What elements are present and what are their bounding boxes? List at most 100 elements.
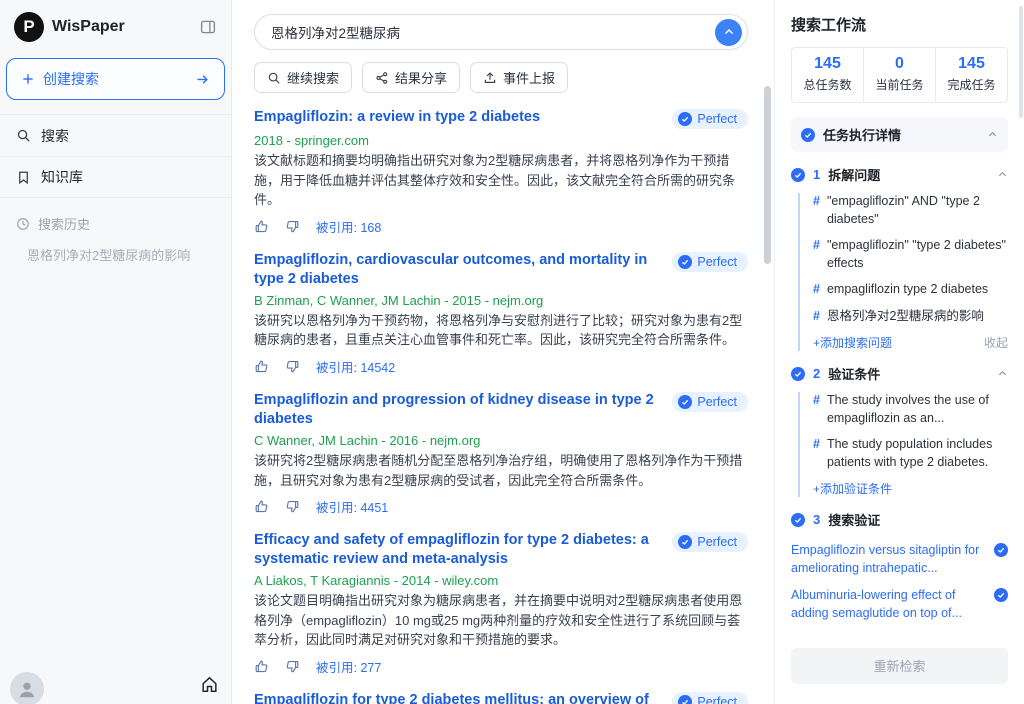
results-scrollbar[interactable] (764, 86, 771, 264)
result-description: 该研究将2型糖尿病患者随机分配至恩格列净治疗组，明确使用了恩格列净作为干预措施，… (254, 451, 748, 490)
hash-icon: # (813, 308, 820, 326)
hash-icon: # (813, 392, 820, 427)
badge-label: Perfect (697, 535, 737, 549)
search-icon (16, 128, 31, 143)
sidebar-footer (0, 664, 231, 704)
results-list: Empagliflozin: a review in type 2 diabet… (254, 108, 748, 704)
share-icon (375, 71, 389, 85)
search-result: Empagliflozin and progression of kidney … (254, 391, 748, 516)
thumbs-down-icon[interactable] (285, 499, 300, 514)
stat-total-tasks: 145 总任务数 (792, 48, 863, 102)
step-title: 拆解问题 (828, 165, 880, 184)
home-icon[interactable] (200, 675, 219, 698)
workflow-scrollbar[interactable] (1019, 6, 1023, 118)
search-question-text: empagliflozin type 2 diabetes (827, 281, 988, 299)
share-results-button[interactable]: 结果分享 (362, 62, 460, 93)
wispaper-logo: P (14, 12, 44, 42)
result-meta: B Zinman, C Wanner, JM Lachin - 2015 - n… (254, 293, 748, 308)
result-title-link[interactable]: Empagliflozin, cardiovascular outcomes, … (254, 251, 658, 289)
check-circle-icon (678, 112, 692, 126)
sidebar-item-search[interactable]: 搜索 (0, 114, 231, 156)
thumbs-down-icon[interactable] (285, 659, 300, 674)
search-question[interactable]: # 恩格列净对2型糖尿病的影响 (813, 308, 1008, 326)
share-results-label: 结果分享 (395, 68, 447, 87)
chevron-up-icon[interactable] (997, 169, 1008, 180)
thumbs-up-icon[interactable] (254, 219, 269, 234)
report-event-button[interactable]: 事件上报 (470, 62, 568, 93)
search-question[interactable]: #empagliflozin type 2 diabetes (813, 281, 1008, 299)
verified-paper-link[interactable]: Empagliflozin versus sitagliptin for ame… (791, 541, 984, 577)
search-query-text: 恩格列净对2型糖尿病 (271, 22, 715, 42)
stat-label: 总任务数 (794, 76, 861, 93)
badge-label: Perfect (697, 255, 737, 269)
create-search-label: 创建搜索 (43, 69, 99, 89)
sidebar-item-knowledge-base[interactable]: 知识库 (0, 156, 231, 198)
action-buttons-row: 继续搜索 结果分享 事件上报 (254, 62, 748, 93)
sidebar-header: P WisPaper (0, 0, 231, 54)
result-title-link[interactable]: Empagliflozin: a review in type 2 diabet… (254, 108, 658, 127)
thumbs-down-icon[interactable] (285, 219, 300, 234)
sidebar-item-label: 搜索 (41, 126, 69, 146)
add-verify-condition-link[interactable]: +添加验证条件 (813, 480, 892, 497)
app-title: WisPaper (52, 18, 125, 36)
result-description: 该文献标题和摘要均明确指出研究对象为2型糖尿病患者，并将恩格列净作为干预措施，用… (254, 151, 748, 210)
thumbs-up-icon[interactable] (254, 499, 269, 514)
collapse-sidebar-icon[interactable] (199, 18, 217, 36)
search-icon (267, 71, 281, 85)
thumbs-up-icon[interactable] (254, 359, 269, 374)
result-meta: C Wanner, JM Lachin - 2016 - nejm.org (254, 433, 748, 448)
relevance-badge: Perfect (672, 532, 748, 552)
check-circle-icon (791, 367, 805, 381)
verified-paper-link[interactable]: Albuminuria-lowering effect of adding se… (791, 586, 984, 622)
results-panel: 恩格列净对2型糖尿病 继续搜索 结果分享 (232, 0, 774, 704)
verify-condition[interactable]: #The study population includes patients … (813, 436, 1008, 471)
check-circle-icon (678, 255, 692, 269)
chevron-up-icon[interactable] (987, 129, 998, 140)
thumbs-down-icon[interactable] (285, 359, 300, 374)
result-meta: 2018 - springer.com (254, 133, 748, 148)
create-search-button[interactable]: 创建搜索 (6, 58, 225, 100)
stat-label: 当前任务 (866, 76, 933, 93)
check-circle-icon (791, 168, 805, 182)
relevance-badge: Perfect (672, 392, 748, 412)
workflow-step-decompose: 1 拆解问题 #"empagliflozin" AND "type 2 diab… (791, 165, 1008, 351)
submit-search-button[interactable] (715, 19, 742, 46)
check-circle-icon (791, 513, 805, 527)
step-title: 验证条件 (828, 364, 880, 383)
search-result: Empagliflozin, cardiovascular outcomes, … (254, 251, 748, 376)
verified-paper: Albuminuria-lowering effect of adding se… (791, 586, 1008, 622)
thumbs-up-icon[interactable] (254, 659, 269, 674)
sidebar-item-label: 知识库 (41, 167, 83, 187)
result-title-link[interactable]: Empagliflozin for type 2 diabetes mellit… (254, 691, 658, 704)
search-question-text: 恩格列净对2型糖尿病的影响 (827, 308, 984, 326)
relevance-badge: Perfect (672, 109, 748, 129)
result-title-link[interactable]: Empagliflozin and progression of kidney … (254, 391, 658, 429)
bookmark-icon (16, 170, 31, 185)
result-meta: A Liakos, T Karagiannis - 2014 - wiley.c… (254, 573, 748, 588)
retry-search-button[interactable]: 重新检索 (791, 648, 1008, 684)
continue-search-button[interactable]: 继续搜索 (254, 62, 352, 93)
verify-condition[interactable]: #The study involves the use of empaglifl… (813, 392, 1008, 427)
chevron-up-icon[interactable] (997, 368, 1008, 379)
task-details-label: 任务执行详情 (823, 125, 901, 144)
collapse-link[interactable]: 收起 (984, 334, 1008, 351)
workflow-title: 搜索工作流 (791, 14, 1008, 35)
search-question[interactable]: #"empagliflozin" AND "type 2 diabetes" (813, 193, 1008, 228)
search-input[interactable]: 恩格列净对2型糖尿病 (254, 14, 748, 50)
history-item[interactable]: 恩格列净对2型糖尿病的影响 (27, 245, 215, 264)
search-result: Empagliflozin for type 2 diabetes mellit… (254, 691, 748, 704)
avatar[interactable] (10, 672, 44, 704)
search-result: Empagliflozin: a review in type 2 diabet… (254, 108, 748, 236)
task-details-header[interactable]: 任务执行详情 (791, 117, 1008, 152)
continue-search-label: 继续搜索 (287, 68, 339, 87)
plus-icon (21, 72, 35, 86)
badge-label: Perfect (697, 395, 737, 409)
search-question[interactable]: #"empagliflozin" "type 2 diabetes" effec… (813, 237, 1008, 272)
sidebar: P WisPaper 创建搜索 搜索 (0, 0, 232, 704)
step-title: 搜索验证 (828, 510, 880, 529)
search-history-header: 搜索历史 (16, 214, 215, 233)
hash-icon: # (813, 237, 820, 272)
result-title-link[interactable]: Efficacy and safety of empagliflozin for… (254, 531, 658, 569)
check-circle-icon (994, 543, 1008, 557)
add-search-question-link[interactable]: +添加搜索问题 (813, 334, 892, 351)
